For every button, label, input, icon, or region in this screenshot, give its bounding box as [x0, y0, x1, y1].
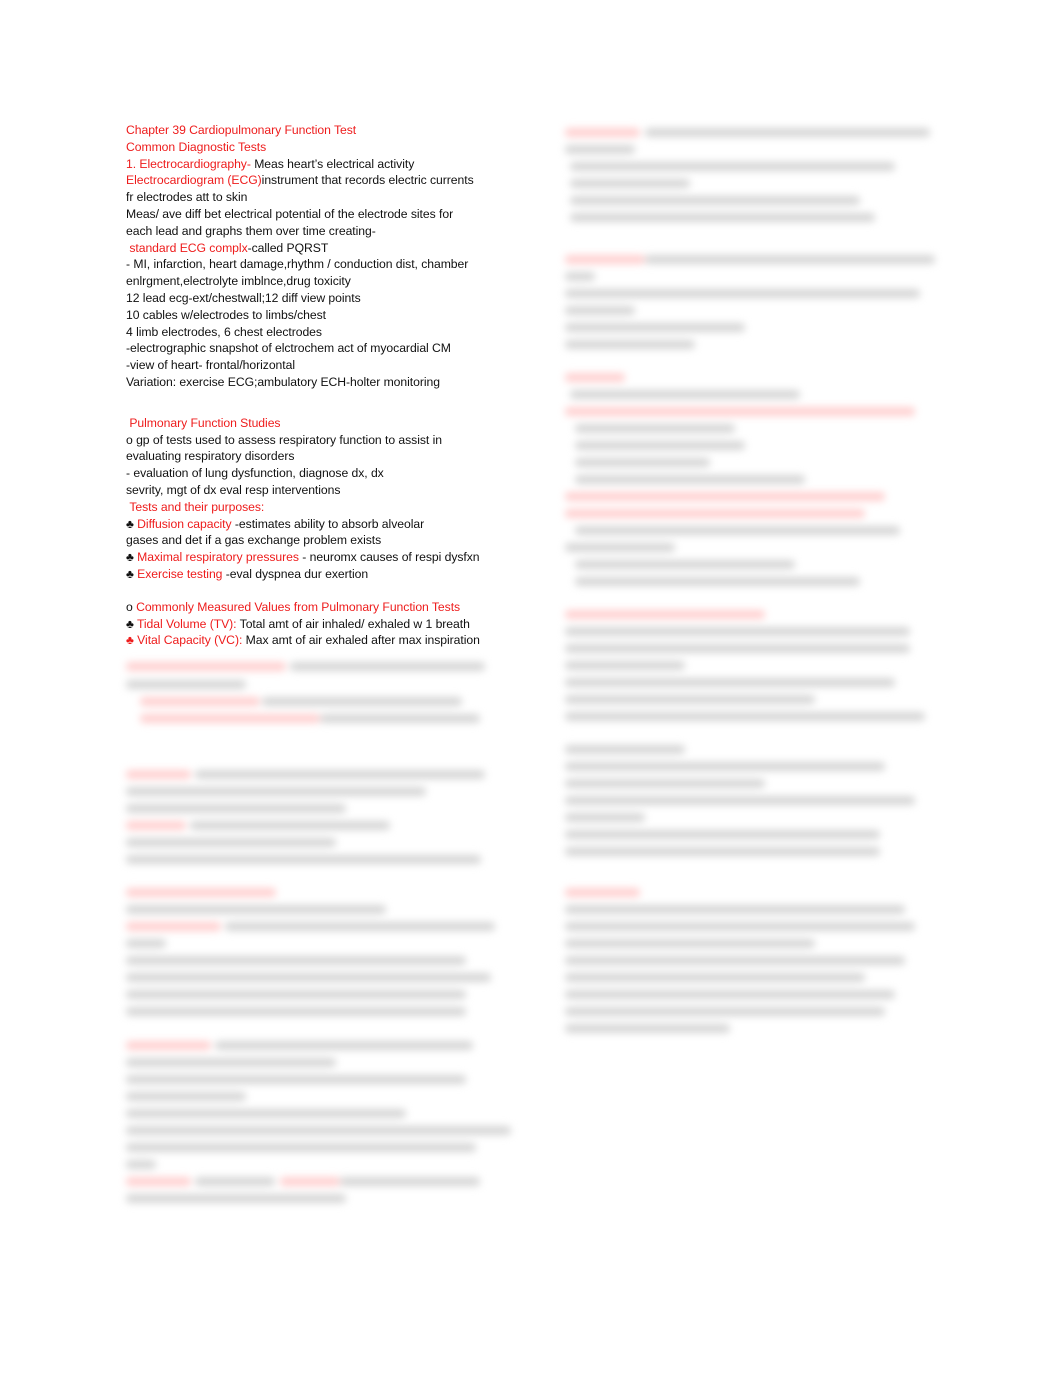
- blurred-content-left: [0, 0, 1062, 1377]
- document-page: Chapter 39 Cardiopulmonary Function Test…: [0, 0, 1062, 1377]
